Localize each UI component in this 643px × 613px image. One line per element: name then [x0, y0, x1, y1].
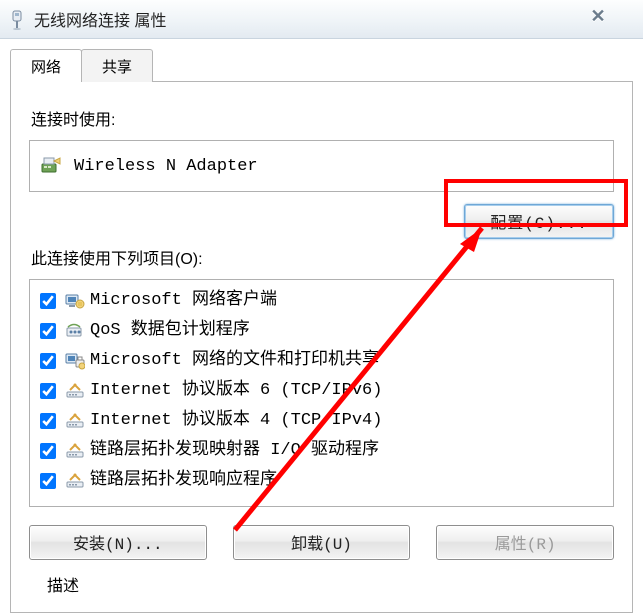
item-label: 链路层拓扑发现响应程序: [90, 468, 277, 494]
list-item[interactable]: Microsoft 网络客户端: [34, 286, 609, 316]
client-icon: [64, 291, 86, 311]
list-item[interactable]: 链路层拓扑发现映射器 I/O 驱动程序: [34, 436, 609, 466]
tab-label: 共享: [102, 59, 132, 76]
configure-button[interactable]: 配置(C)...: [464, 204, 614, 239]
tab-sharing[interactable]: 共享: [81, 49, 153, 82]
list-item[interactable]: Microsoft 网络的文件和打印机共享: [34, 346, 609, 376]
description-label: 描述: [47, 572, 614, 596]
uninstall-button[interactable]: 卸载(U): [233, 525, 411, 560]
connect-using-label: 连接时使用:: [31, 106, 614, 130]
tab-label: 网络: [31, 59, 61, 76]
install-button[interactable]: 安装(N)...: [29, 525, 207, 560]
item-checkbox[interactable]: [40, 353, 56, 369]
item-checkbox[interactable]: [40, 293, 56, 309]
network-adapter-icon: [40, 155, 62, 177]
item-checkbox[interactable]: [40, 323, 56, 339]
tab-network[interactable]: 网络: [10, 49, 82, 82]
title-bar: 无线网络连接 属性 ✕: [0, 0, 643, 39]
tab-strip: 网络 共享: [10, 47, 633, 82]
item-checkbox[interactable]: [40, 413, 56, 429]
close-icon[interactable]: ✕: [581, 6, 615, 26]
window-icon: [8, 9, 26, 31]
component-buttons-row: 安装(N)... 卸载(U) 属性(R): [29, 525, 614, 560]
qos-icon: [64, 321, 86, 341]
client-area: 网络 共享 连接时使用: Wireless N Adapter 配置(C)...: [0, 39, 643, 613]
list-item[interactable]: Internet 协议版本 4 (TCP/IPv4): [34, 406, 609, 436]
item-label: QoS 数据包计划程序: [90, 318, 250, 344]
properties-button[interactable]: 属性(R): [436, 525, 614, 560]
item-label: Microsoft 网络的文件和打印机共享: [90, 348, 379, 374]
adapter-name: Wireless N Adapter: [74, 157, 258, 176]
protocol-icon: [64, 381, 86, 401]
button-label: 配置(C)...: [490, 215, 588, 233]
item-label: 链路层拓扑发现映射器 I/O 驱动程序: [90, 438, 379, 464]
item-checkbox[interactable]: [40, 443, 56, 459]
item-checkbox[interactable]: [40, 473, 56, 489]
adapter-field[interactable]: Wireless N Adapter: [29, 140, 614, 192]
item-checkbox[interactable]: [40, 383, 56, 399]
protocol-icon: [64, 441, 86, 461]
list-item[interactable]: Internet 协议版本 6 (TCP/IPv6): [34, 376, 609, 406]
connection-uses-label: 此连接使用下列项目(O):: [31, 245, 614, 269]
button-label: 安装(N)...: [73, 536, 163, 554]
tab-panel-network: 连接时使用: Wireless N Adapter 配置(C)... 此连接使用…: [10, 82, 633, 613]
list-item[interactable]: QoS 数据包计划程序: [34, 316, 609, 346]
list-item[interactable]: 链路层拓扑发现响应程序: [34, 466, 609, 496]
button-label: 卸载(U): [291, 536, 352, 554]
item-label: Microsoft 网络客户端: [90, 288, 277, 314]
window-title: 无线网络连接 属性: [34, 7, 166, 31]
protocol-icon: [64, 411, 86, 431]
fileprint-icon: [64, 351, 86, 371]
protocol-icon: [64, 471, 86, 491]
button-label: 属性(R): [495, 536, 556, 554]
item-label: Internet 协议版本 6 (TCP/IPv6): [90, 378, 382, 404]
item-label: Internet 协议版本 4 (TCP/IPv4): [90, 408, 382, 434]
components-list[interactable]: Microsoft 网络客户端 QoS 数据包计划程序 Microsoft 网络的文…: [29, 279, 614, 507]
